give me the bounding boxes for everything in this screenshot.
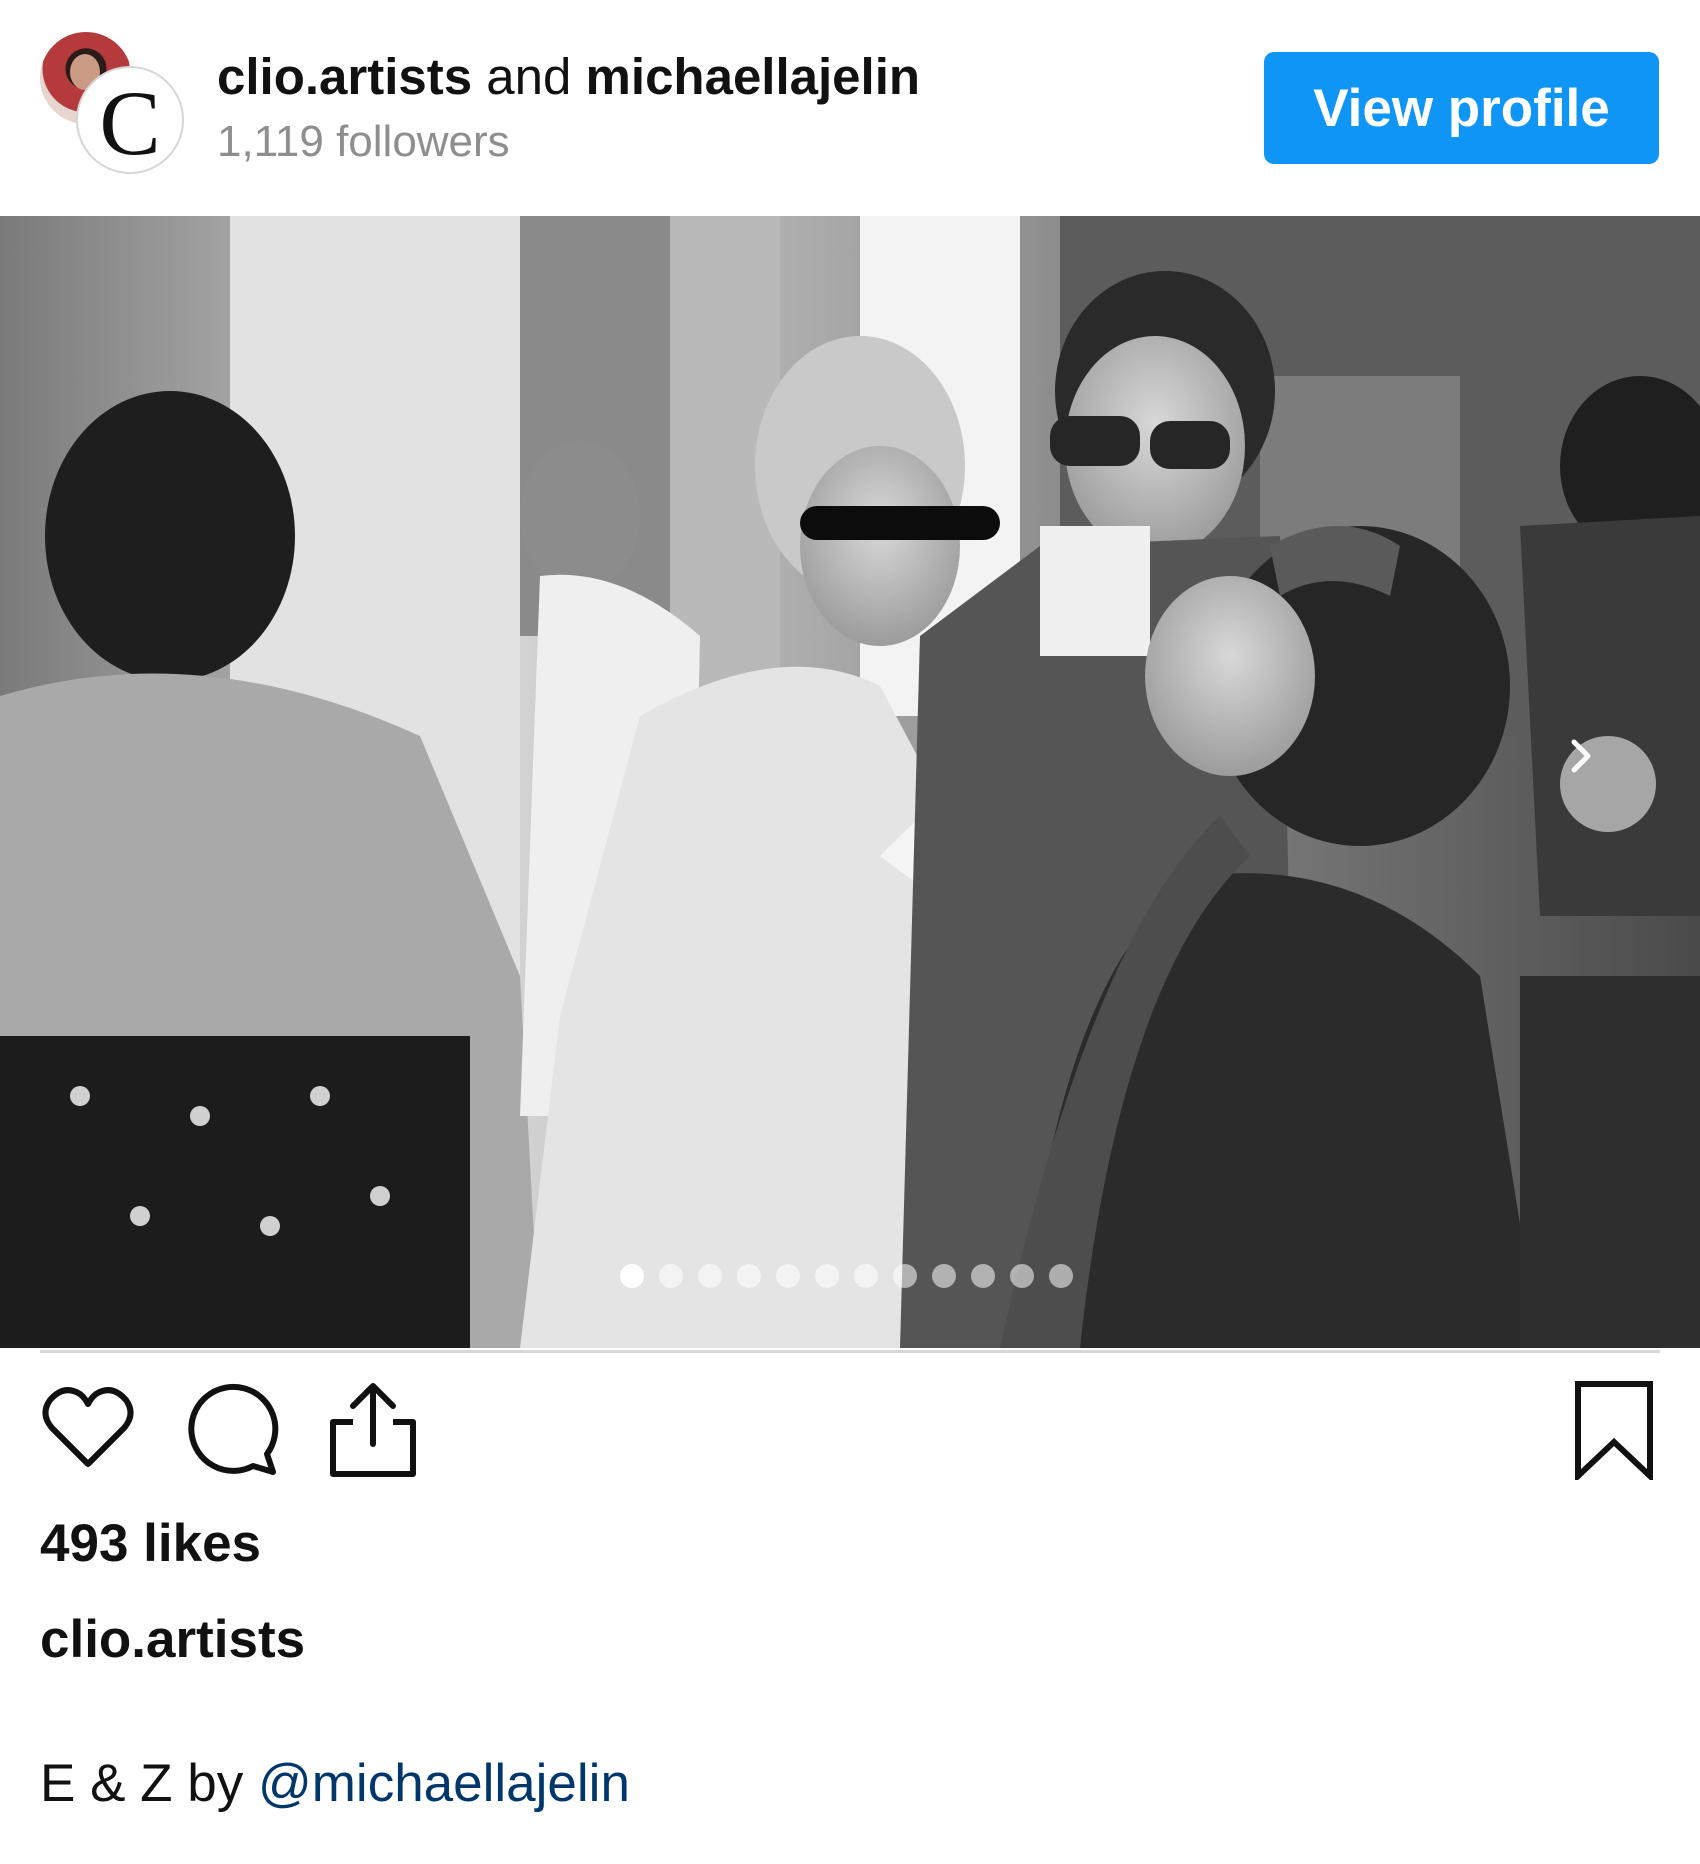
carousel-dot[interactable]	[932, 1264, 956, 1288]
likes-count[interactable]: 493 likes	[40, 1512, 261, 1576]
carousel-dot[interactable]	[893, 1264, 917, 1288]
heart-icon	[42, 1387, 134, 1467]
comment-button[interactable]	[183, 1380, 283, 1485]
caption-username[interactable]: clio.artists	[40, 1608, 305, 1672]
like-button[interactable]	[40, 1380, 136, 1481]
carousel-dot[interactable]	[776, 1264, 800, 1288]
account-names: clio.artists and michaellajelin	[217, 46, 920, 108]
and-text: and	[486, 48, 572, 105]
carousel-dot[interactable]	[815, 1264, 839, 1288]
action-bar	[0, 1380, 1700, 1490]
save-button[interactable]	[1572, 1380, 1656, 1485]
carousel-dot[interactable]	[1049, 1264, 1073, 1288]
share-button[interactable]	[327, 1380, 419, 1485]
caption-text: E & Z by	[40, 1754, 244, 1813]
carousel-dot[interactable]	[854, 1264, 878, 1288]
divider	[40, 1350, 1660, 1353]
next-slide-button[interactable]	[1560, 736, 1656, 832]
post-image[interactable]	[0, 216, 1700, 1348]
caption: E & Z by @michaellajelin	[40, 1752, 630, 1816]
photo-illustration	[0, 216, 1700, 1348]
carousel-dot[interactable]	[971, 1264, 995, 1288]
caption-mention-link[interactable]: @michaellajelin	[258, 1754, 630, 1813]
carousel-dot[interactable]	[698, 1264, 722, 1288]
followers-count: 1,119 followers	[217, 117, 510, 166]
carousel-dot[interactable]	[659, 1264, 683, 1288]
carousel-dot[interactable]	[737, 1264, 761, 1288]
account-secondary-link[interactable]: michaellajelin	[586, 48, 921, 105]
account-primary-link[interactable]: clio.artists	[217, 48, 472, 105]
carousel-dot[interactable]	[620, 1264, 644, 1288]
comment-icon	[188, 1383, 279, 1475]
avatar-letter: C	[99, 72, 161, 174]
share-icon	[330, 1383, 416, 1477]
post-header: C clio.artists and michaellajelin 1,119 …	[0, 0, 1700, 215]
carousel-indicator	[620, 1264, 1073, 1288]
bookmark-icon	[1575, 1381, 1653, 1483]
avatar[interactable]: C	[40, 32, 182, 172]
avatar-primary: C	[78, 68, 182, 172]
carousel-dot[interactable]	[1010, 1264, 1034, 1288]
view-profile-button[interactable]: View profile	[1264, 52, 1659, 164]
chevron-right-icon	[1571, 739, 1591, 773]
